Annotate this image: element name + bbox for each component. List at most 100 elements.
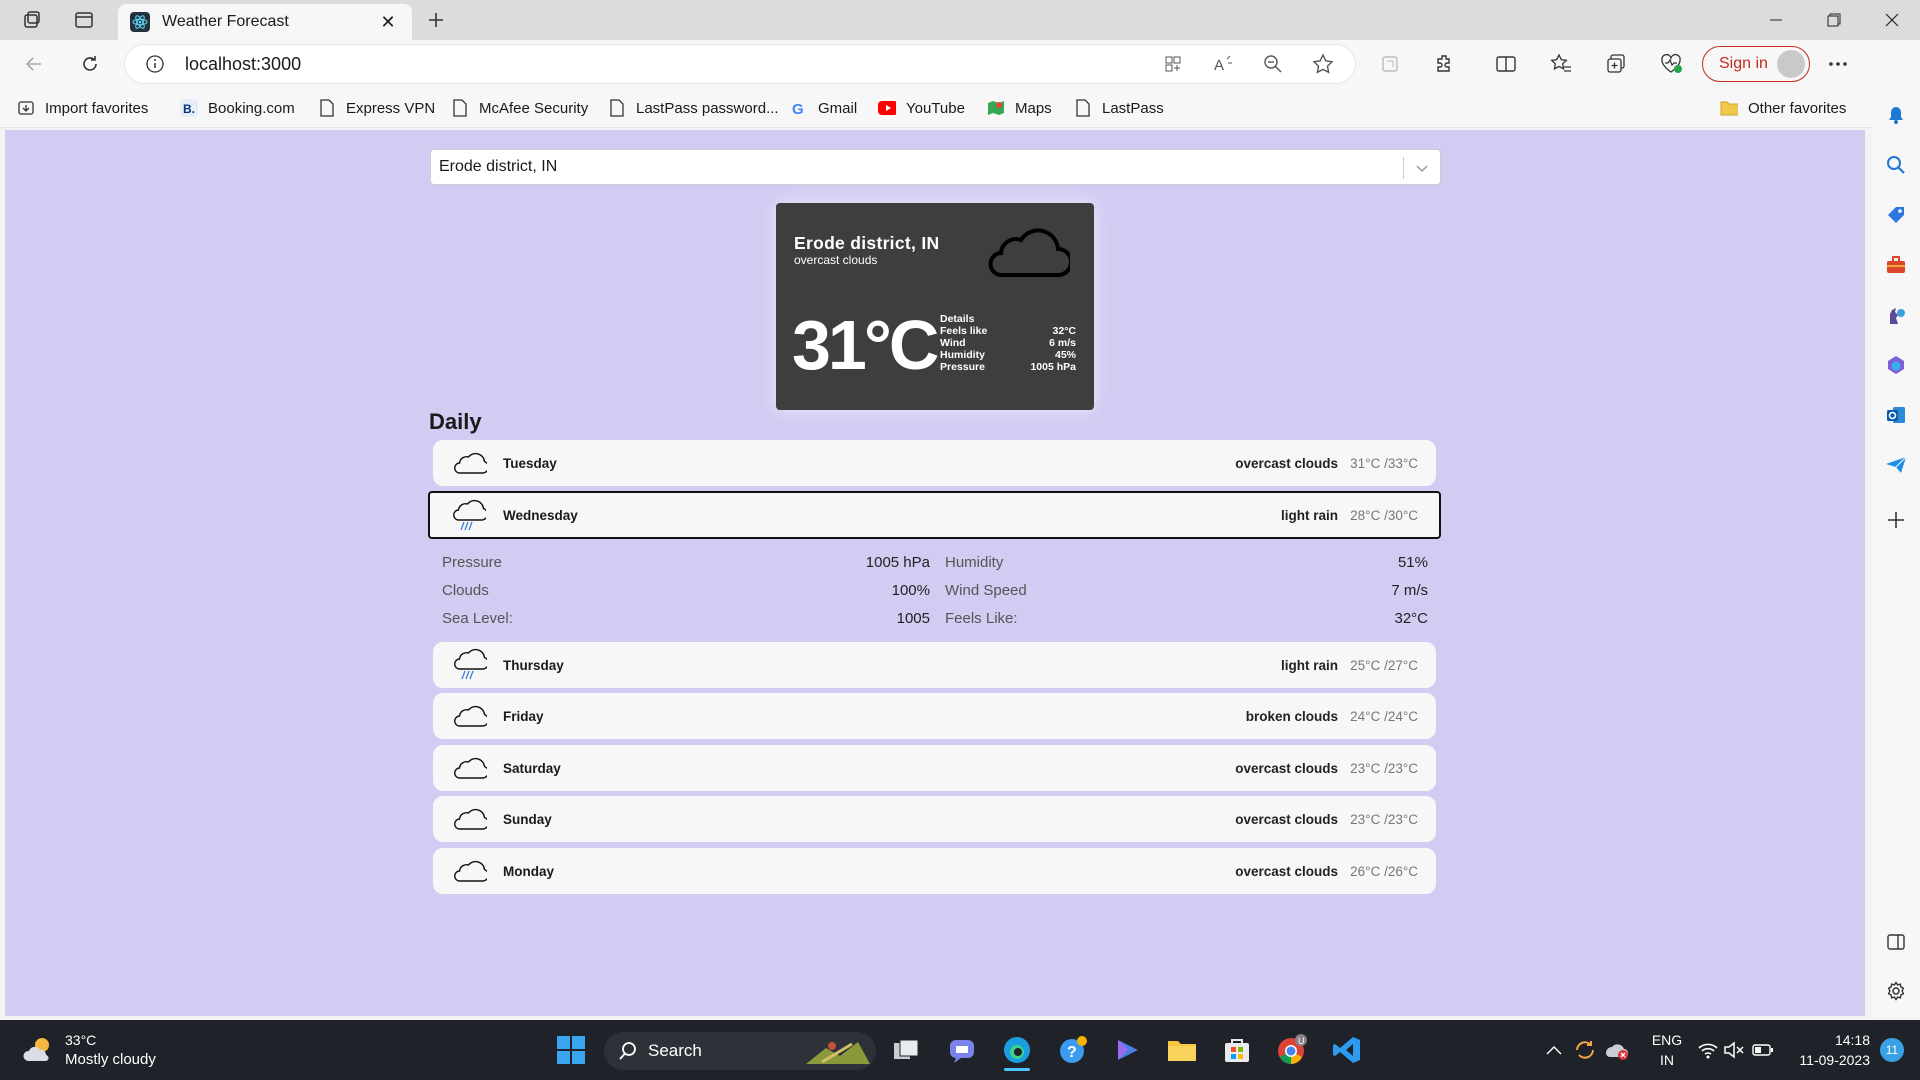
workspaces-icon[interactable]: [12, 0, 52, 40]
fav-import-favorites[interactable]: Import favorites: [17, 96, 148, 120]
daily-row-tuesday[interactable]: Tuesday overcast clouds 31°C /33°C: [433, 440, 1436, 486]
daily-row-wednesday[interactable]: Wednesday light rain 28°C /30°C: [428, 491, 1441, 539]
games-icon[interactable]: [1880, 299, 1912, 331]
youtube-icon: [878, 99, 896, 117]
fav-lastpass-password[interactable]: LastPass password...: [608, 96, 779, 120]
add-sidebar-item-icon[interactable]: [1880, 504, 1912, 536]
city-select[interactable]: Erode district, IN: [430, 149, 1441, 185]
microsoft-365-icon[interactable]: [1880, 349, 1912, 381]
close-tab-icon[interactable]: ✕: [376, 10, 400, 34]
split-screen-icon[interactable]: [1486, 44, 1526, 84]
teams-chat-icon[interactable]: [944, 1032, 980, 1068]
cloud-icon: [453, 753, 487, 783]
day-name: Monday: [503, 863, 555, 879]
browser-health-icon[interactable]: [1651, 44, 1691, 84]
sign-in-button[interactable]: Sign in: [1702, 46, 1810, 82]
file-explorer-icon[interactable]: [1164, 1032, 1200, 1068]
fav-lastpass[interactable]: LastPass: [1074, 96, 1164, 120]
search-icon[interactable]: [1880, 149, 1912, 181]
fav-label: McAfee Security: [479, 99, 589, 117]
day-name: Tuesday: [503, 455, 557, 471]
detail-pressure-label: Pressure: [442, 554, 503, 571]
page-icon: [1074, 99, 1092, 117]
collections-icon[interactable]: [1596, 44, 1636, 84]
task-view-icon[interactable]: [888, 1032, 924, 1068]
notification-count-badge[interactable]: 11: [1880, 1038, 1904, 1062]
taskbar-weather-desc[interactable]: Mostly cloudy: [65, 1051, 156, 1068]
chrome-icon[interactable]: U: [1274, 1032, 1310, 1068]
restore-button[interactable]: [1806, 0, 1862, 40]
microsoft-store-icon[interactable]: [1219, 1032, 1255, 1068]
svg-text:?: ?: [1067, 1044, 1077, 1061]
tools-icon[interactable]: [1880, 249, 1912, 281]
language-indicator[interactable]: ENG: [1647, 1032, 1687, 1048]
detail-value: 6 m/s: [1049, 337, 1076, 349]
shopping-icon[interactable]: [1880, 199, 1912, 231]
hide-sidebar-icon[interactable]: [1880, 926, 1912, 958]
browser-essentials-icon[interactable]: [1370, 44, 1410, 84]
zoom-out-icon[interactable]: [1253, 44, 1293, 84]
detail-clouds-value: 100%: [891, 582, 930, 599]
taskbar-weather-temp[interactable]: 33°C: [65, 1032, 96, 1048]
new-tab-button[interactable]: [416, 0, 456, 40]
battery-icon[interactable]: [1745, 1032, 1781, 1068]
vscode-icon[interactable]: [1329, 1032, 1365, 1068]
fav-youtube[interactable]: YouTube: [878, 96, 965, 120]
minimize-button[interactable]: [1748, 0, 1804, 40]
fav-express-vpn[interactable]: Express VPN: [318, 96, 435, 120]
fav-gmail[interactable]: G Gmail: [790, 96, 857, 120]
fav-booking[interactable]: B. Booking.com: [180, 96, 295, 120]
day-temp-range: 26°C /26°C: [1350, 863, 1418, 879]
cloud-icon: [453, 448, 487, 478]
daily-row-sunday[interactable]: Sunday overcast clouds 23°C /23°C: [433, 796, 1436, 842]
daily-row-monday[interactable]: Monday overcast clouds 26°C /26°C: [433, 848, 1436, 894]
day-name: Friday: [503, 708, 544, 724]
clock-time[interactable]: 14:18: [1780, 1032, 1870, 1048]
day-description: overcast clouds: [1235, 863, 1338, 879]
detail-sea-level-label: Sea Level:: [442, 610, 513, 627]
read-aloud-icon[interactable]: A: [1203, 44, 1243, 84]
settings-icon[interactable]: [1880, 975, 1912, 1007]
close-window-button[interactable]: [1864, 0, 1920, 40]
fav-mcafee[interactable]: McAfee Security: [451, 96, 588, 120]
tab-weather-forecast[interactable]: Weather Forecast ✕: [118, 4, 412, 40]
clock-date[interactable]: 11-09-2023: [1780, 1052, 1870, 1068]
day-description: broken clouds: [1245, 708, 1338, 724]
vertical-tabs-icon[interactable]: [64, 0, 104, 40]
send-icon[interactable]: [1880, 449, 1912, 481]
tips-icon[interactable]: ?: [1055, 1032, 1091, 1068]
cloud-icon: [453, 804, 487, 834]
day-temp-range: 28°C /30°C: [1350, 507, 1418, 523]
more-options-icon[interactable]: [1818, 44, 1858, 84]
extensions-icon[interactable]: [1425, 44, 1465, 84]
info-icon[interactable]: [145, 54, 165, 74]
taskbar-search[interactable]: Search: [604, 1032, 876, 1070]
daily-row-friday[interactable]: Friday broken clouds 24°C /24°C: [433, 693, 1436, 739]
chevron-down-icon[interactable]: [1414, 160, 1430, 176]
detail-humidity-value: 51%: [1397, 554, 1428, 571]
rain-cloud-icon: [453, 648, 487, 682]
fav-other-favorites[interactable]: Other favorites: [1720, 96, 1846, 120]
copilot-app-icon[interactable]: [1110, 1032, 1146, 1068]
edge-app-icon[interactable]: [999, 1032, 1035, 1068]
day-temp-range: 24°C /24°C: [1350, 708, 1418, 724]
fav-label: YouTube: [906, 99, 965, 117]
notifications-icon[interactable]: [1880, 99, 1912, 131]
security-alert-icon[interactable]: [1598, 1032, 1634, 1068]
outlook-icon[interactable]: [1880, 399, 1912, 431]
windows-start-icon[interactable]: [553, 1032, 589, 1068]
fav-label: LastPass: [1102, 99, 1164, 117]
partly-cloudy-icon[interactable]: [22, 1034, 56, 1064]
favorite-star-icon[interactable]: [1303, 44, 1343, 84]
rain-cloud-icon: [452, 499, 486, 533]
region-indicator[interactable]: IN: [1647, 1052, 1687, 1068]
chrome-profile-badge: U: [1298, 1036, 1305, 1046]
app-available-icon[interactable]: [1153, 44, 1193, 84]
daily-row-thursday[interactable]: Thursday light rain 25°C /27°C: [433, 642, 1436, 688]
refresh-button[interactable]: [70, 44, 110, 84]
daily-heading: Daily: [429, 409, 482, 434]
back-button[interactable]: [14, 44, 54, 84]
favorites-icon[interactable]: [1541, 44, 1581, 84]
daily-row-saturday[interactable]: Saturday overcast clouds 23°C /23°C: [433, 745, 1436, 791]
fav-maps[interactable]: Maps: [987, 96, 1052, 120]
